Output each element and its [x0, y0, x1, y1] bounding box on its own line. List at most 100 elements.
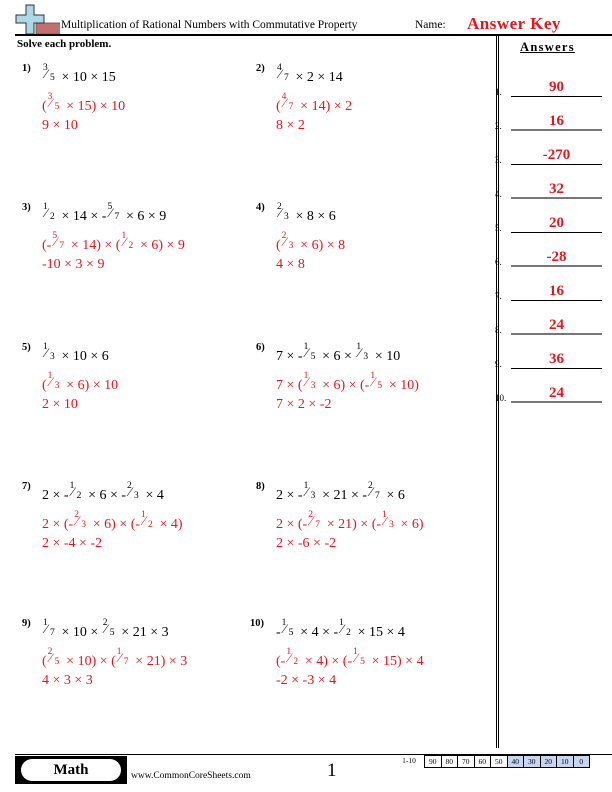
fraction: 1 ⁄ 5	[369, 371, 385, 391]
expr-text: 2 × (-	[276, 517, 308, 532]
expr-text: × 14 × -	[58, 209, 107, 224]
fraction-slash: ⁄	[310, 513, 313, 528]
problem-number: 5)	[22, 342, 31, 353]
answer-line	[511, 368, 602, 369]
solution-step2: 9 × 10	[42, 119, 78, 133]
problem-number: 8)	[256, 481, 265, 492]
instructions: Solve each problem.	[17, 38, 112, 50]
solution-step1: (- 5 ⁄ 7 × 14) × (1 ⁄ 2 × 6) × 9	[42, 231, 185, 253]
solution-step2: 4 × 8	[276, 258, 305, 272]
solution-step2: 2 × -4 × -2	[42, 537, 102, 551]
solution-step1: (1 ⁄ 3 × 6) × 10	[42, 371, 119, 393]
expr-text: × 6) × 9	[136, 238, 185, 253]
fraction-slash: ⁄	[143, 513, 146, 528]
score-cell: 10	[557, 755, 574, 768]
expr-text: × 6 × -	[84, 488, 127, 503]
answer-number: 9.	[495, 359, 502, 369]
answer-value: 24	[549, 317, 564, 333]
answer-row: 2. 16	[495, 109, 612, 131]
denominator: 2	[346, 628, 351, 638]
expr-text: × 21) × 3	[131, 654, 188, 669]
denominator: 7	[375, 491, 380, 501]
fraction: 1 ⁄ 7	[116, 647, 132, 667]
fraction: 2 ⁄ 7	[367, 481, 383, 501]
expr-text: × 10) × (	[62, 654, 116, 669]
fraction-slash: ⁄	[71, 484, 74, 499]
fraction: 4 ⁄ 7	[281, 92, 297, 112]
fraction-slash: ⁄	[283, 621, 286, 636]
expr-text: × 14) × (	[67, 238, 121, 253]
answer-row: 9. 36	[495, 347, 612, 369]
expr-text: × 21 × -	[318, 488, 368, 503]
answer-value: 24	[549, 385, 564, 401]
problem-number: 7)	[22, 481, 31, 492]
answer-row: 10. 24	[495, 381, 612, 403]
fraction-slash: ⁄	[370, 484, 373, 499]
fraction-slash: ⁄	[118, 650, 121, 665]
expr-text: × 6	[383, 488, 405, 503]
score-cell: 80	[441, 755, 458, 768]
expr-text: × 6 × 9	[122, 209, 167, 224]
answer-key-label: Answer Key	[467, 14, 561, 33]
answer-value: -270	[542, 147, 571, 163]
page-number: 1	[327, 760, 337, 781]
expr-text: × 4)	[156, 517, 183, 532]
denominator: 3	[284, 212, 289, 222]
expr-text: -2 × -3 × 4	[276, 673, 337, 688]
fraction-slash: ⁄	[49, 95, 52, 110]
score-cell: 40	[507, 755, 524, 768]
answer-row: 5. 20	[495, 211, 612, 233]
answer-number: 6.	[495, 257, 502, 267]
fraction: 2 ⁄ 3	[126, 481, 142, 501]
problem-question: 7 × -1 ⁄ 5 × 6 × 1 ⁄ 3 × 10	[276, 342, 400, 364]
expr-text: × 10 × 15	[58, 70, 116, 85]
solution-step2: 4 × 3 × 3	[42, 674, 93, 688]
fraction-slash: ⁄	[305, 345, 308, 360]
problem-question: 4 ⁄ 7 × 2 × 14	[276, 63, 343, 85]
fraction: 1 ⁄ 2	[140, 510, 156, 530]
denominator: 5	[50, 73, 55, 83]
expr-text: 7 × -	[276, 349, 303, 364]
answer-value: 90	[549, 79, 564, 95]
fraction: 1 ⁄ 2	[42, 202, 58, 222]
denominator: 3	[363, 352, 369, 362]
worksheet-title: Multiplication of Rational Numbers with …	[61, 19, 358, 31]
expr-text: × 15 × 4	[354, 625, 405, 640]
answer-line	[511, 232, 602, 233]
score-table: 1-10 90 80 70 60 50 40 30 20 10 0	[394, 755, 590, 768]
fraction: 2 ⁄ 3	[276, 202, 292, 222]
expr-text: 4 × 8	[276, 257, 305, 272]
expr-text: (-	[276, 654, 286, 669]
answer-number: 4.	[495, 189, 502, 199]
answer-value: 32	[549, 181, 564, 197]
expr-text: 9 × 10	[42, 118, 78, 133]
denominator: 3	[310, 491, 316, 501]
denominator: 3	[134, 491, 139, 501]
score-cell: 90	[424, 755, 442, 768]
answer-line	[511, 96, 602, 97]
expr-text: 7 × (	[276, 378, 303, 393]
expr-text: 2 × -	[42, 488, 69, 503]
fraction: 1 ⁄ 3	[381, 510, 397, 530]
plus-sign-logo-icon	[15, 4, 60, 34]
score-cell: 20	[540, 755, 557, 768]
expr-text: 8 × 2	[276, 118, 305, 133]
fraction: 2 ⁄ 7	[307, 510, 323, 530]
fraction-slash: ⁄	[358, 345, 361, 360]
problem-question: -1 ⁄ 5 × 4 × -1 ⁄ 2 × 15 × 4	[276, 618, 405, 640]
expr-text: (-	[42, 238, 52, 253]
answer-value: 36	[549, 351, 564, 367]
solution-step1: 7 × (1 ⁄ 3 × 6) × (- 1 ⁄ 5 × 10)	[276, 371, 419, 393]
expr-text: × 6) × 10	[62, 378, 119, 393]
fraction-slash: ⁄	[279, 66, 282, 81]
answer-number: 5.	[495, 223, 502, 233]
fraction: 5 ⁄ 7	[106, 202, 122, 222]
fraction: 1 ⁄ 2	[69, 481, 85, 501]
denominator: 5	[54, 657, 60, 667]
answer-row: 8. 24	[495, 313, 612, 335]
denominator: 7	[114, 212, 120, 222]
fraction-slash: ⁄	[305, 374, 308, 389]
fraction-slash: ⁄	[288, 650, 291, 665]
answer-value: 16	[549, 113, 564, 129]
denominator: 3	[50, 352, 55, 362]
